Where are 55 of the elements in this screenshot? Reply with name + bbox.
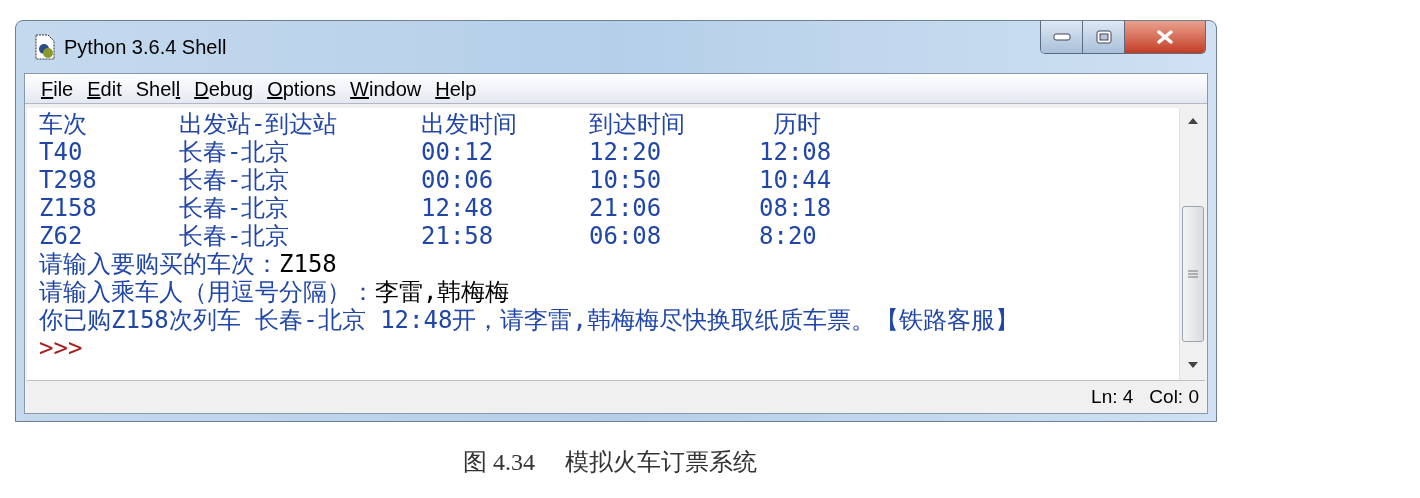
table-cell-text: 8:20 bbox=[759, 222, 818, 250]
figure-caption: 模拟火车订票系统 bbox=[565, 448, 757, 477]
menu-item[interactable]: Edit bbox=[81, 73, 128, 104]
table-cell-text: 00:06 bbox=[421, 166, 495, 194]
typed-text: 李雷,韩梅梅 bbox=[375, 278, 510, 306]
scroll-down-icon bbox=[1187, 362, 1198, 368]
scroll-thumb[interactable] bbox=[1181, 206, 1204, 342]
close-icon bbox=[1156, 30, 1174, 44]
minimize-button[interactable] bbox=[1041, 21, 1083, 53]
output-text: 请输入乘车人（用逗号分隔）： bbox=[39, 278, 375, 306]
table-cell-text: 08:18 bbox=[759, 194, 833, 222]
menu-item[interactable]: Shell bbox=[129, 73, 187, 104]
table-cell-text: 21:06 bbox=[589, 194, 663, 222]
column-header: 车次 bbox=[39, 110, 88, 138]
shell-prompt: >>> bbox=[39, 334, 83, 362]
table-cell-text: 长春-北京 bbox=[179, 194, 291, 222]
column-header: 到达时间 bbox=[589, 110, 686, 138]
column-header: 出发时间 bbox=[421, 110, 518, 138]
table-cell-text: 10:50 bbox=[589, 166, 663, 194]
column-number: Col: 0 bbox=[1149, 384, 1199, 409]
typed-text: Z158 bbox=[279, 250, 337, 278]
output-text: 你已购Z158次列车 长春-北京 12:48开，请李雷,韩梅梅尽快换取纸质车票。【铁路客服】 bbox=[39, 306, 1019, 334]
close-button[interactable] bbox=[1125, 21, 1205, 53]
table-cell-text: Z158 bbox=[39, 194, 98, 222]
menu-item[interactable]: Window bbox=[344, 73, 428, 104]
menu-item[interactable]: Help bbox=[429, 73, 483, 104]
table-cell-text: 00:12 bbox=[421, 138, 495, 166]
grip-icon bbox=[1187, 270, 1198, 278]
table-cell-text: 长春-北京 bbox=[179, 222, 291, 250]
table-cell-text: T298 bbox=[39, 166, 98, 194]
table-cell-text: 06:08 bbox=[589, 222, 663, 250]
table-cell-text: T40 bbox=[39, 138, 84, 166]
python-file-icon bbox=[34, 34, 56, 60]
table-cell-text: 12:08 bbox=[759, 138, 833, 166]
window-title: Python 3.6.4 Shell bbox=[64, 35, 227, 60]
menu-item[interactable]: Debug bbox=[188, 73, 260, 104]
table-cell-text: Z62 bbox=[39, 222, 84, 250]
table-cell-text: 21:58 bbox=[421, 222, 495, 250]
minimize-icon bbox=[1052, 33, 1071, 41]
maximize-icon bbox=[1095, 30, 1112, 44]
maximize-button[interactable] bbox=[1083, 21, 1125, 53]
column-header: 出发站-到达站 bbox=[179, 110, 339, 138]
table-cell-text: 12:48 bbox=[421, 194, 495, 222]
table-cell-text: 长春-北京 bbox=[179, 138, 291, 166]
figure-number: 图 4.34 bbox=[463, 448, 535, 477]
table-cell-text: 12:20 bbox=[589, 138, 663, 166]
scrollbar[interactable] bbox=[1179, 108, 1205, 380]
line-number: Ln: 4 bbox=[1091, 384, 1134, 409]
table-cell-text: 10:44 bbox=[759, 166, 833, 194]
column-header: 历时 bbox=[772, 110, 822, 138]
output-text: 请输入要购买的车次： bbox=[39, 250, 279, 278]
table-cell-text: 长春-北京 bbox=[179, 166, 291, 194]
scroll-up-icon bbox=[1187, 118, 1198, 124]
menu-item[interactable]: Options bbox=[261, 73, 343, 104]
menu-item[interactable]: File bbox=[35, 73, 80, 104]
